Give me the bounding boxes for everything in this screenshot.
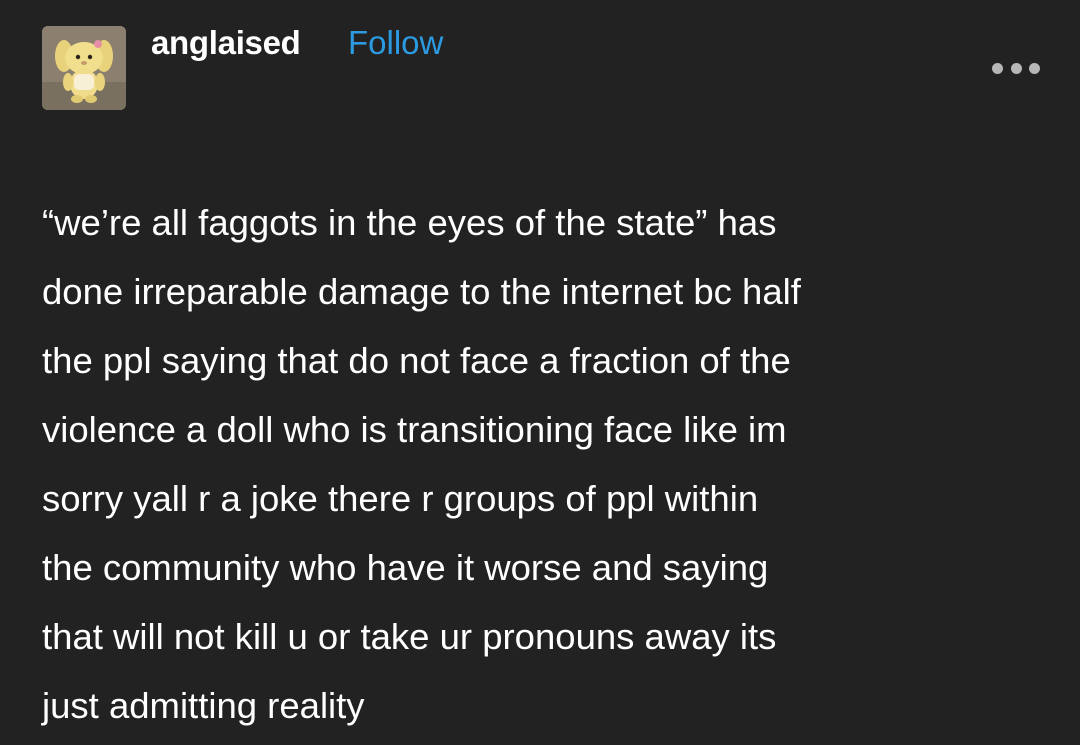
post-author-username[interactable]: anglaised [151, 24, 301, 62]
avatar[interactable] [42, 26, 126, 110]
post-body-line: “we’re all faggots in the eyes of the st… [42, 202, 777, 243]
more-options-button[interactable] [992, 58, 1040, 78]
post-card: anglaised Follow “we’re all faggots in t… [0, 0, 1080, 745]
more-options-icon [1029, 62, 1040, 74]
post-body-line: sorry yall r a joke there r groups of pp… [42, 478, 759, 519]
more-options-icon [992, 62, 1003, 74]
post-body-line: just admitting reality [42, 685, 365, 726]
post-body-line: the ppl saying that do not face a fracti… [42, 340, 791, 381]
post-body-line: the community who have it worse and sayi… [42, 547, 769, 588]
post-body: “we’re all faggots in the eyes of the st… [42, 188, 1042, 740]
follow-button[interactable]: Follow [348, 24, 443, 62]
post-body-line: done irreparable damage to the internet … [42, 271, 801, 312]
more-options-icon [1010, 62, 1022, 74]
post-body-line: violence a doll who is transitioning fac… [42, 409, 787, 450]
post-body-line: that will not kill u or take ur pronouns… [42, 616, 777, 657]
plush-doll-avatar-icon [42, 26, 126, 110]
